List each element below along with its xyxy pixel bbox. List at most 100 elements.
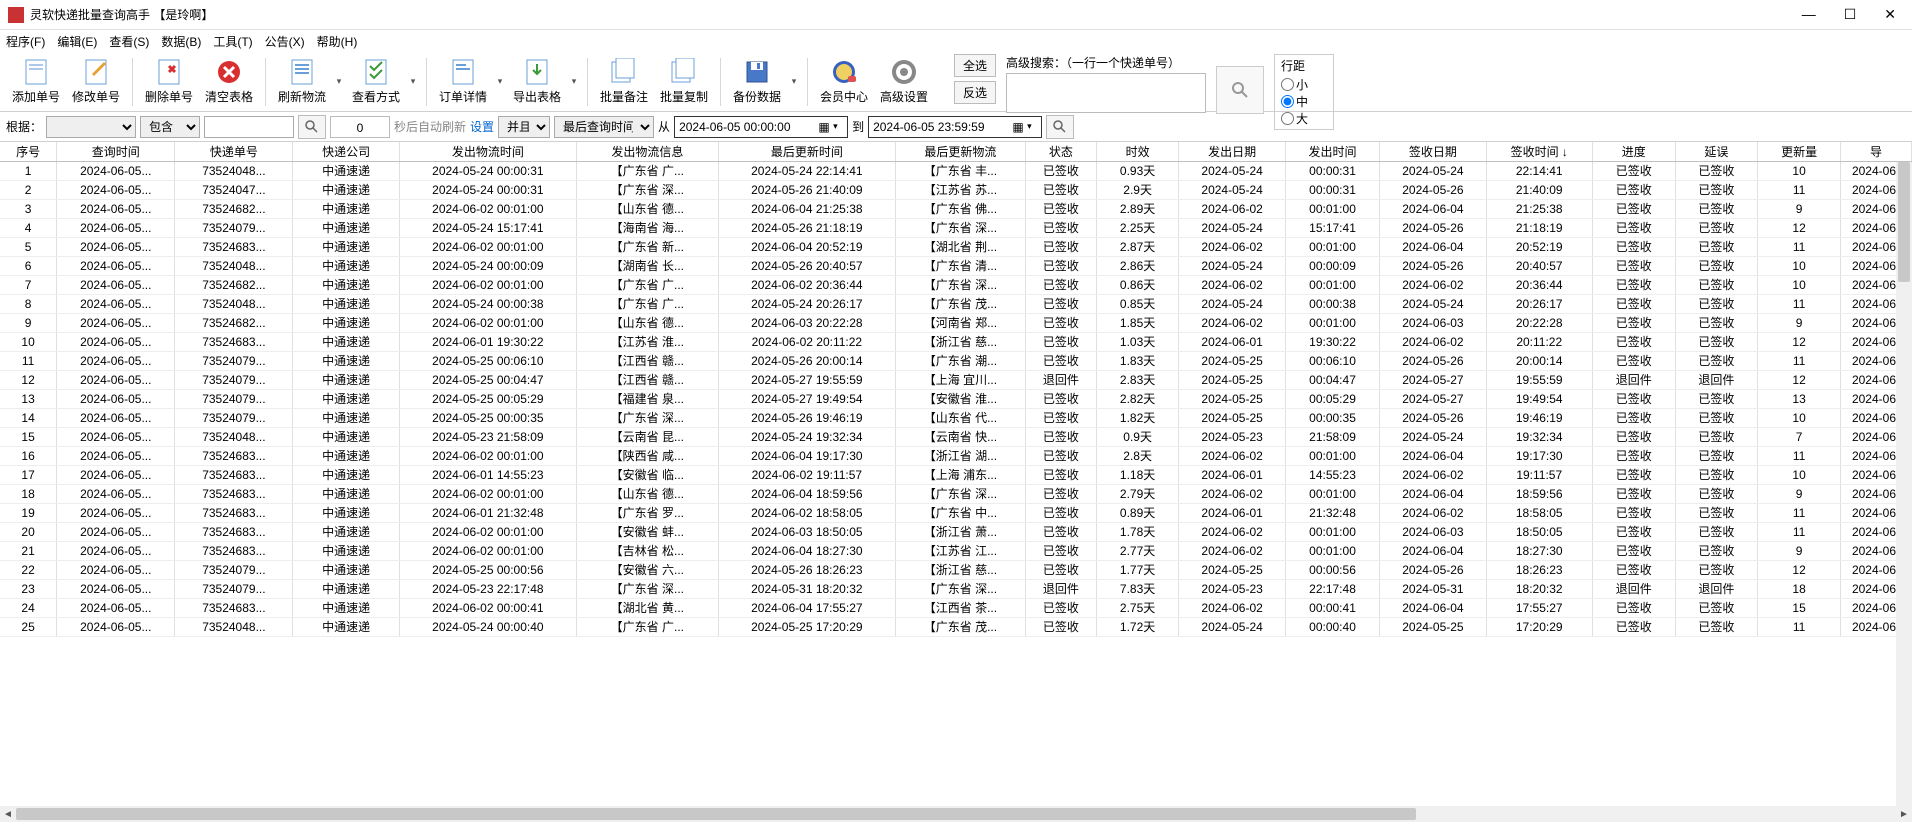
menu-view[interactable]: 查看(S): [109, 33, 149, 50]
table-row[interactable]: 72024-06-05...73524682...中通速递2024-06-02 …: [0, 275, 1912, 294]
adv-search-input[interactable]: [1006, 73, 1206, 113]
settings-link[interactable]: 设置: [470, 118, 494, 135]
table-cell: 2024-06-02 00:01:00: [399, 541, 576, 560]
table-row[interactable]: 212024-06-05...73524683...中通速递2024-06-02…: [0, 541, 1912, 560]
column-header[interactable]: 快递单号: [175, 142, 293, 161]
contains-select[interactable]: 包含: [140, 116, 200, 138]
modify-number-button[interactable]: 修改单号: [66, 54, 126, 110]
table-row[interactable]: 122024-06-05...73524079...中通速递2024-05-25…: [0, 370, 1912, 389]
table-cell: 2024-06-01 19:30:22: [399, 332, 576, 351]
table-cell: 19:49:54: [1486, 389, 1592, 408]
table-row[interactable]: 62024-06-05...73524048...中通速递2024-05-24 …: [0, 256, 1912, 275]
spacing-medium[interactable]: 中: [1281, 93, 1327, 110]
advanced-settings-button[interactable]: 高级设置: [874, 54, 934, 110]
column-header[interactable]: 签收时间 ↓: [1486, 142, 1592, 161]
table-row[interactable]: 112024-06-05...73524079...中通速递2024-05-25…: [0, 351, 1912, 370]
column-header[interactable]: 时效: [1096, 142, 1179, 161]
select-all-button[interactable]: 全选: [954, 54, 996, 77]
table-row[interactable]: 132024-06-05...73524079...中通速递2024-05-25…: [0, 389, 1912, 408]
table-cell: 2024-06-04 18:27:30: [718, 541, 895, 560]
column-header[interactable]: 发出物流信息: [576, 142, 718, 161]
table-row[interactable]: 52024-06-05...73524683...中通速递2024-06-02 …: [0, 237, 1912, 256]
table-row[interactable]: 82024-06-05...73524048...中通速递2024-05-24 …: [0, 294, 1912, 313]
menu-notice[interactable]: 公告(X): [265, 33, 305, 50]
table-row[interactable]: 152024-06-05...73524048...中通速递2024-05-23…: [0, 427, 1912, 446]
refresh-logistics-button[interactable]: 刷新物流: [272, 54, 332, 110]
vertical-scrollbar[interactable]: [1896, 162, 1912, 806]
column-header[interactable]: 更新量: [1758, 142, 1841, 161]
column-header[interactable]: 序号: [0, 142, 57, 161]
filter-value-input[interactable]: [204, 116, 294, 138]
backup-dropdown[interactable]: ▾: [787, 76, 801, 87]
orderdetail-dropdown[interactable]: ▾: [493, 76, 507, 87]
clear-table-button[interactable]: 清空表格: [199, 54, 259, 110]
invert-selection-button[interactable]: 反选: [954, 81, 996, 104]
column-header[interactable]: 最后更新时间: [718, 142, 895, 161]
maximize-button[interactable]: ☐: [1844, 6, 1857, 23]
order-detail-button[interactable]: 订单详情: [433, 54, 493, 110]
menu-help[interactable]: 帮助(H): [317, 33, 358, 50]
table-cell: 【广东省 广...: [576, 161, 718, 180]
table-row[interactable]: 32024-06-05...73524682...中通速递2024-06-02 …: [0, 199, 1912, 218]
close-button[interactable]: ✕: [1884, 6, 1896, 23]
member-center-button[interactable]: 会员中心: [814, 54, 874, 110]
column-header[interactable]: 状态: [1025, 142, 1096, 161]
basis-select[interactable]: [46, 116, 136, 138]
table-row[interactable]: 242024-06-05...73524683...中通速递2024-06-02…: [0, 598, 1912, 617]
add-number-button[interactable]: 添加单号: [6, 54, 66, 110]
minimize-button[interactable]: —: [1802, 6, 1816, 23]
table-cell: 2024-05-31: [1380, 579, 1486, 598]
table-cell: 【广东省 丰...: [895, 161, 1025, 180]
batch-note-button[interactable]: 批量备注: [594, 54, 654, 110]
table-row[interactable]: 142024-06-05...73524079...中通速递2024-05-25…: [0, 408, 1912, 427]
table-row[interactable]: 222024-06-05...73524079...中通速递2024-05-25…: [0, 560, 1912, 579]
table-row[interactable]: 192024-06-05...73524683...中通速递2024-06-01…: [0, 503, 1912, 522]
column-header[interactable]: 导: [1840, 142, 1911, 161]
menu-tools[interactable]: 工具(T): [213, 33, 252, 50]
spacing-small[interactable]: 小: [1281, 76, 1327, 93]
column-header[interactable]: 查询时间: [57, 142, 175, 161]
adv-search-button[interactable]: [1216, 66, 1264, 114]
table-row[interactable]: 252024-06-05...73524048...中通速递2024-05-24…: [0, 617, 1912, 636]
viewmode-dropdown[interactable]: ▾: [406, 76, 420, 87]
table-row[interactable]: 182024-06-05...73524683...中通速递2024-06-02…: [0, 484, 1912, 503]
column-header[interactable]: 发出日期: [1179, 142, 1285, 161]
table-cell: 已签收: [1675, 389, 1758, 408]
column-header[interactable]: 最后更新物流: [895, 142, 1025, 161]
menu-data[interactable]: 数据(B): [161, 33, 201, 50]
batch-copy-button[interactable]: 批量复制: [654, 54, 714, 110]
and-select[interactable]: 并且: [498, 116, 550, 138]
column-header[interactable]: 签收日期: [1380, 142, 1486, 161]
table-row[interactable]: 22024-06-05...73524047...中通速递2024-05-24 …: [0, 180, 1912, 199]
table-row[interactable]: 172024-06-05...73524683...中通速递2024-06-01…: [0, 465, 1912, 484]
column-header[interactable]: 快递公司: [293, 142, 399, 161]
filter-search-button[interactable]: [298, 115, 326, 139]
date-from-picker[interactable]: 2024-06-05 00:00:00 ▦ ▾: [674, 116, 848, 138]
export-table-button[interactable]: 导出表格: [507, 54, 567, 110]
table-row[interactable]: 232024-06-05...73524079...中通速递2024-05-23…: [0, 579, 1912, 598]
column-header[interactable]: 延误: [1675, 142, 1758, 161]
date-to-picker[interactable]: 2024-06-05 23:59:59 ▦ ▾: [868, 116, 1042, 138]
last-query-select[interactable]: 最后查询时间: [554, 116, 654, 138]
date-search-button[interactable]: [1046, 115, 1074, 139]
column-header[interactable]: 发出物流时间: [399, 142, 576, 161]
horizontal-scrollbar[interactable]: ◄►: [0, 806, 1912, 822]
table-cell: 73524683...: [175, 332, 293, 351]
view-mode-button[interactable]: 查看方式: [346, 54, 406, 110]
spacing-large[interactable]: 大: [1281, 110, 1327, 127]
table-row[interactable]: 202024-06-05...73524683...中通速递2024-06-02…: [0, 522, 1912, 541]
column-header[interactable]: 发出时间: [1285, 142, 1380, 161]
delete-number-button[interactable]: 删除单号: [139, 54, 199, 110]
column-header[interactable]: 进度: [1592, 142, 1675, 161]
menu-program[interactable]: 程序(F): [6, 33, 45, 50]
table-row[interactable]: 162024-06-05...73524683...中通速递2024-06-02…: [0, 446, 1912, 465]
table-row[interactable]: 42024-06-05...73524079...中通速递2024-05-24 …: [0, 218, 1912, 237]
export-dropdown[interactable]: ▾: [567, 76, 581, 87]
backup-data-button[interactable]: 备份数据: [727, 54, 787, 110]
menu-edit[interactable]: 编辑(E): [57, 33, 97, 50]
table-row[interactable]: 12024-06-05...73524048...中通速递2024-05-24 …: [0, 161, 1912, 180]
refresh-dropdown[interactable]: ▾: [332, 76, 346, 87]
table-row[interactable]: 92024-06-05...73524682...中通速递2024-06-02 …: [0, 313, 1912, 332]
table-row[interactable]: 102024-06-05...73524683...中通速递2024-06-01…: [0, 332, 1912, 351]
table-cell: 2024-06-02: [1179, 484, 1285, 503]
